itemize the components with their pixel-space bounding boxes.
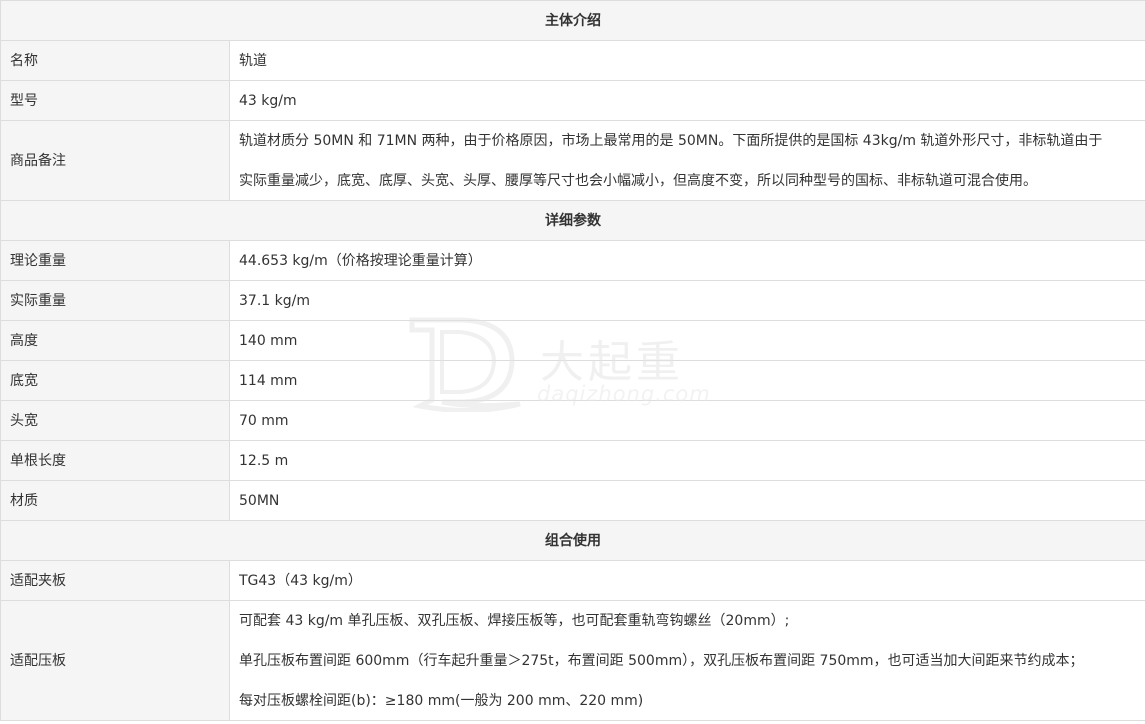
plate-line-1: 可配套 43 kg/m 单孔压板、双孔压板、焊接压板等，也可配套重轨弯钩螺丝（2… xyxy=(239,612,790,629)
section-header-details: 详细参数 xyxy=(0,200,1145,241)
table-row-name: 名称 轨道 xyxy=(0,40,1145,81)
section-header-combo: 组合使用 xyxy=(0,520,1145,561)
row-label: 理论重量 xyxy=(0,240,230,281)
row-label: 适配压板 xyxy=(0,600,230,721)
table-row-length: 单根长度 12.5 m xyxy=(0,440,1145,481)
section-title: 组合使用 xyxy=(0,520,1145,561)
row-value: 70 mm xyxy=(229,400,1145,441)
row-label: 底宽 xyxy=(0,360,230,401)
table-row-plate: 适配压板 可配套 43 kg/m 单孔压板、双孔压板、焊接压板等，也可配套重轨弯… xyxy=(0,600,1145,721)
table-row-theory-weight: 理论重量 44.653 kg/m（价格按理论重量计算） xyxy=(0,240,1145,281)
table-row-model: 型号 43 kg/m xyxy=(0,80,1145,121)
table-row-bottom-width: 底宽 114 mm xyxy=(0,360,1145,401)
row-label: 单根长度 xyxy=(0,440,230,481)
row-value: 140 mm xyxy=(229,320,1145,361)
table-row-clamp: 适配夹板 TG43（43 kg/m） xyxy=(0,560,1145,601)
row-label: 适配夹板 xyxy=(0,560,230,601)
section-title: 主体介绍 xyxy=(0,0,1145,41)
table-row-material: 材质 50MN xyxy=(0,480,1145,521)
table-row-actual-weight: 实际重量 37.1 kg/m xyxy=(0,280,1145,321)
row-value: 37.1 kg/m xyxy=(229,280,1145,321)
row-value: 114 mm xyxy=(229,360,1145,401)
row-value: 轨道 xyxy=(229,40,1145,81)
table-row-remark: 商品备注 轨道材质分 50MN 和 71MN 两种，由于价格原因，市场上最常用的… xyxy=(0,120,1145,201)
row-label: 商品备注 xyxy=(0,120,230,201)
spec-page: 主体介绍 名称 轨道 型号 43 kg/m 商品备注 轨道材质分 50MN 和 … xyxy=(0,0,1145,724)
row-value: TG43（43 kg/m） xyxy=(229,560,1145,601)
remark-line-2: 实际重量减少，底宽、底厚、头宽、头厚、腰厚等尺寸也会小幅减小，但高度不变，所以同… xyxy=(239,172,1037,189)
row-label: 名称 xyxy=(0,40,230,81)
row-value: 50MN xyxy=(229,480,1145,521)
row-value: 43 kg/m xyxy=(229,80,1145,121)
table-row-head-width: 头宽 70 mm xyxy=(0,400,1145,441)
row-label: 材质 xyxy=(0,480,230,521)
row-value: 12.5 m xyxy=(229,440,1145,481)
spec-table: 主体介绍 名称 轨道 型号 43 kg/m 商品备注 轨道材质分 50MN 和 … xyxy=(0,0,1145,721)
row-value: 轨道材质分 50MN 和 71MN 两种，由于价格原因，市场上最常用的是 50M… xyxy=(229,120,1145,201)
row-value: 44.653 kg/m（价格按理论重量计算） xyxy=(229,240,1145,281)
row-value: 可配套 43 kg/m 单孔压板、双孔压板、焊接压板等，也可配套重轨弯钩螺丝（2… xyxy=(229,600,1145,721)
row-label: 头宽 xyxy=(0,400,230,441)
table-row-height: 高度 140 mm xyxy=(0,320,1145,361)
row-label: 高度 xyxy=(0,320,230,361)
row-label: 型号 xyxy=(0,80,230,121)
row-label: 实际重量 xyxy=(0,280,230,321)
section-header-intro: 主体介绍 xyxy=(0,0,1145,41)
plate-line-3: 每对压板螺栓间距(b)：≥180 mm(一般为 200 mm、220 mm) xyxy=(239,692,644,709)
remark-line-1: 轨道材质分 50MN 和 71MN 两种，由于价格原因，市场上最常用的是 50M… xyxy=(239,132,1103,149)
plate-line-2: 单孔压板布置间距 600mm（行车起升重量＞275t，布置间距 500mm），双… xyxy=(239,652,1084,669)
section-title: 详细参数 xyxy=(0,200,1145,241)
